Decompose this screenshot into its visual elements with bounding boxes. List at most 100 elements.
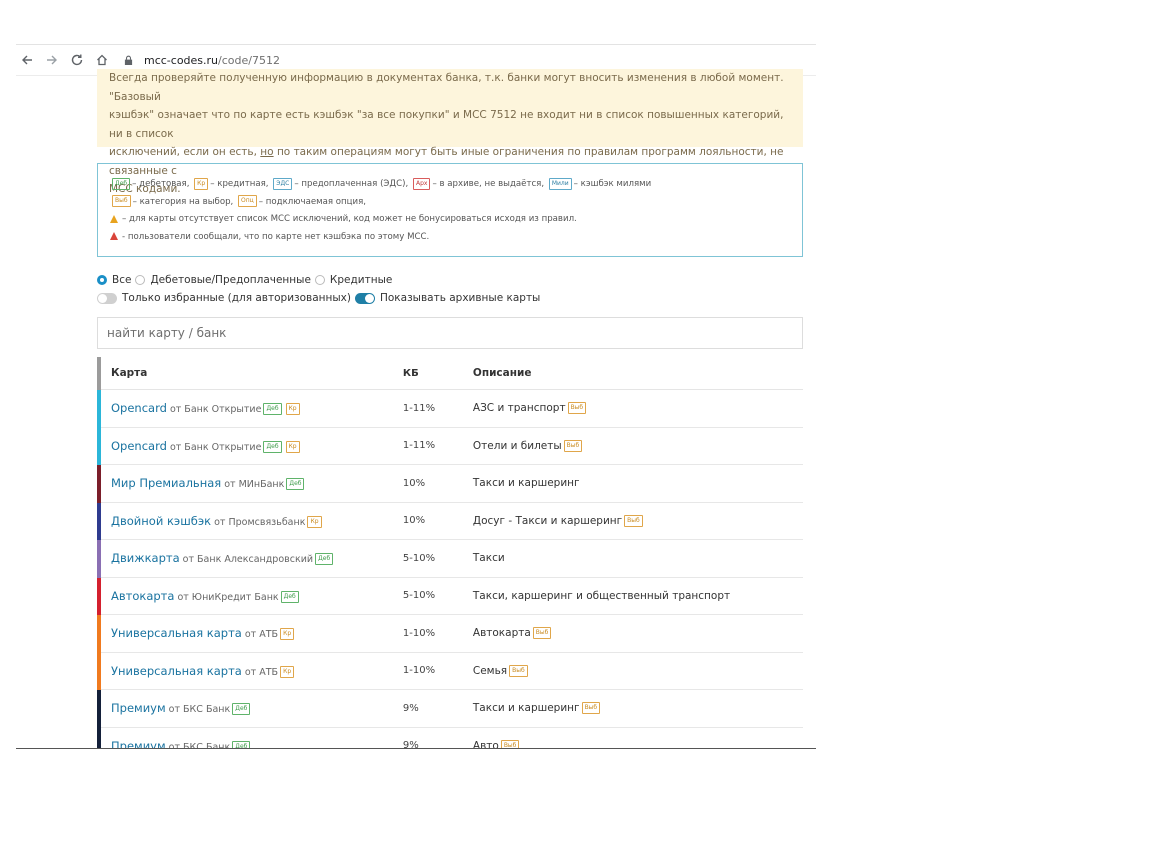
choice-tag: Выб — [532, 627, 552, 640]
search-box[interactable] — [97, 317, 803, 349]
description-text: Такси и каршеринг — [472, 702, 580, 715]
card-name-link[interactable]: Opencard — [111, 439, 167, 453]
favorites-label[interactable]: Только избранные (для авторизованных) — [122, 292, 351, 304]
card-name-link[interactable]: Автокарта — [111, 589, 174, 603]
table-row: Opencard от Банк Открытие Деб Кр 1-11% Отели… — [97, 427, 803, 465]
card-name-link[interactable]: Движкарта — [111, 551, 180, 565]
radio-debit-label[interactable]: Дебетовые/Предоплаченные — [150, 274, 310, 286]
cashback-value: 1-10% — [401, 614, 472, 653]
description-text: Автокарта — [472, 627, 531, 640]
table-row: Мир Премиальная от МИнБанк Деб 10% Такси и … — [97, 464, 803, 503]
tag-mili: Мили — [548, 177, 572, 190]
card-name-link[interactable]: Мир Премиальная — [111, 476, 221, 490]
card-type-tag: Кр — [280, 628, 295, 641]
archive-label[interactable]: Показывать архивные карты — [380, 292, 540, 304]
card-type-tag: Деб — [280, 590, 299, 603]
description-cell: Такси, каршеринг и общественный транспор… — [471, 577, 803, 615]
radio-all[interactable] — [97, 275, 107, 285]
warning-red-icon — [110, 232, 118, 240]
card-name-link[interactable]: Универсальная карта — [111, 664, 242, 678]
table-row: Движкарта от Банк Александровский Деб 5-10… — [97, 539, 803, 578]
legend-line-4: - пользователи сообщали, что по карте не… — [110, 229, 790, 247]
bank-name: от АТБ — [241, 629, 279, 641]
header-card[interactable]: Карта — [97, 357, 402, 390]
warning-line-2: кэшбэк" означает что по карте есть кэшбэ… — [109, 109, 784, 140]
tag-deb: Деб — [112, 177, 131, 190]
choice-tag: Выб — [563, 439, 583, 452]
home-button[interactable] — [91, 49, 113, 71]
table-row: Универсальная карта от АТБ Кр 1-10% Автокар… — [97, 614, 803, 653]
bank-name: от МИнБанк — [221, 479, 285, 491]
card-cell: Универсальная карта от АТБ Кр — [97, 614, 402, 653]
table-body: Opencard от Банк Открытие Деб Кр 1-11% АЗС и… — [97, 389, 803, 749]
tag-arh: Арх — [412, 177, 431, 190]
tag-opc: Опц — [238, 195, 257, 207]
warning-orange-icon — [110, 214, 118, 223]
card-name-link[interactable]: Двойной кэшбэк — [111, 514, 211, 528]
card-name-link[interactable]: Премиум — [111, 701, 166, 715]
address-bar[interactable]: mcc-codes.ru/code/7512 — [124, 53, 280, 67]
choice-tag: Выб — [581, 702, 601, 715]
card-type-tag: Деб — [263, 440, 282, 453]
header-desc[interactable]: Описание — [471, 357, 803, 390]
description-text: АЗС и транспорт — [472, 402, 566, 415]
cashback-value: 10% — [401, 464, 472, 503]
card-name-link[interactable]: Универсальная карта — [111, 626, 242, 640]
card-name-link[interactable]: Opencard — [111, 401, 167, 415]
card-cell: Премиум от БКС Банк Деб — [97, 727, 402, 749]
description-cell: Такси и каршеринг Выб — [471, 689, 803, 728]
card-cell: Премиум от БКС Банк Деб — [97, 689, 402, 728]
url-domain: mcc-codes.ru — [144, 53, 219, 67]
radio-credit[interactable] — [314, 275, 325, 285]
radio-debit[interactable] — [135, 275, 146, 285]
search-input[interactable] — [105, 325, 737, 341]
card-type-tag: Кр — [280, 665, 295, 678]
home-icon — [97, 54, 107, 66]
bank-name: от Промсвязьбанк — [211, 516, 306, 528]
radio-credit-label[interactable]: Кредитные — [330, 274, 392, 286]
description-text: Такси, каршеринг и общественный транспор… — [472, 589, 731, 602]
legend-line-2: Выб – категория на выбор, Опц – подключаем… — [110, 194, 790, 212]
card-cell: Двойной кэшбэк от Промсвязьбанк Кр — [97, 502, 402, 540]
description-cell: Автокарта Выб — [471, 614, 803, 653]
favorites-toggle[interactable] — [97, 292, 117, 304]
table-row: Opencard от Банк Открытие Деб Кр 1-11% АЗС и… — [97, 389, 803, 428]
bank-name: от Банк Александровский — [179, 554, 314, 566]
cashback-value: 5-10% — [401, 577, 472, 615]
cashback-value: 9% — [401, 689, 472, 728]
description-cell: АЗС и транспорт Выб — [471, 389, 803, 428]
url-path: /code/7512 — [218, 53, 280, 67]
card-cell: Мир Премиальная от МИнБанк Деб — [97, 464, 402, 503]
card-type-filter: Все Дебетовые/Предоплаченные Кредитные — [97, 271, 803, 289]
archive-toggle[interactable] — [354, 292, 375, 304]
cashback-value: 10% — [401, 502, 472, 540]
table-row: Премиум от БКС Банк Деб 9% Такси и каршерин… — [97, 689, 803, 728]
description-cell: Авто Выб — [471, 727, 803, 749]
tag-eds: ЭДС — [273, 177, 293, 190]
lock-icon — [124, 53, 138, 67]
tag-kr: Кр — [194, 177, 209, 190]
forward-button[interactable] — [41, 49, 63, 71]
card-cell: Универсальная карта от АТБ Кр — [97, 652, 402, 690]
choice-tag: Выб — [509, 664, 528, 677]
description-text: Досуг - Такси и каршеринг — [472, 514, 623, 527]
description-cell: Такси — [471, 539, 803, 578]
bank-name: от БКС Банк — [165, 704, 231, 716]
reload-button[interactable] — [66, 49, 88, 71]
table-header-row: Карта КБ Описание — [97, 357, 803, 390]
warning-line-1: Всегда проверяйте полученную информацию … — [109, 72, 784, 103]
card-cell: Движкарта от Банк Александровский Деб — [97, 539, 402, 578]
header-kb[interactable]: КБ — [401, 357, 472, 390]
card-type-tag: Деб — [315, 553, 334, 566]
card-type-tag: Деб — [286, 478, 305, 491]
toggle-row: Только избранные (для авторизованных) По… — [97, 289, 803, 307]
description-text: Такси — [472, 552, 505, 565]
back-button[interactable] — [16, 49, 38, 71]
description-cell: Отели и билеты Выб — [471, 427, 803, 465]
warning-underlined-word: но — [260, 146, 274, 158]
choice-tag: Выб — [567, 402, 587, 415]
card-type-tag: Кр — [307, 515, 322, 528]
radio-all-label[interactable]: Все — [112, 274, 131, 286]
bank-name: от АТБ — [241, 666, 279, 678]
table-row: Универсальная карта от АТБ Кр 1-10% Семья Вы… — [97, 652, 803, 690]
